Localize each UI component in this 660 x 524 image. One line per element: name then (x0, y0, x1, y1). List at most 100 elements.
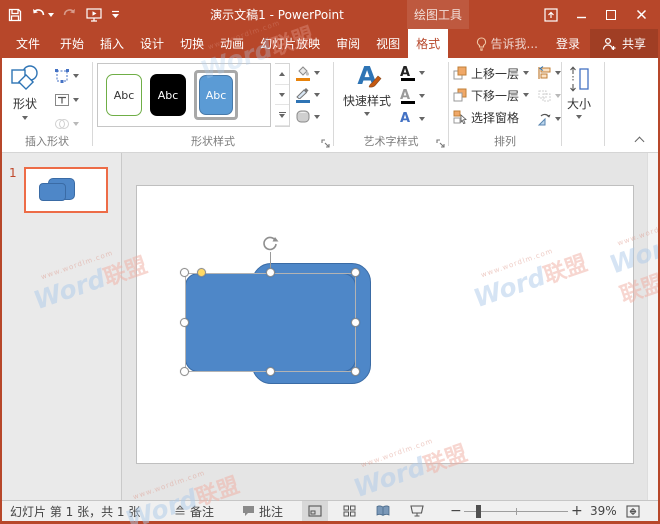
shape-style-swatch-black[interactable]: Abc (150, 74, 186, 116)
tab-view[interactable]: 视图 (368, 29, 408, 58)
collapse-ribbon-button[interactable] (635, 135, 644, 144)
zoom-in-button[interactable]: + (571, 501, 583, 521)
quick-styles-button[interactable]: A 快速样式 (338, 63, 396, 116)
tab-transitions[interactable]: 切换 (172, 29, 212, 58)
person-plus-icon (602, 37, 617, 51)
shapes-dropdown-caret (22, 116, 28, 120)
tab-review[interactable]: 审阅 (328, 29, 368, 58)
workspace: 1 (2, 153, 658, 500)
ribbon-display-options-button[interactable] (536, 0, 566, 29)
send-backward-caret (523, 93, 529, 97)
sign-in-button[interactable]: 登录 (546, 29, 590, 58)
bring-forward-button[interactable]: 上移一层 (453, 63, 529, 83)
tell-me-label: 告诉我... (491, 35, 538, 52)
size-icon (567, 66, 591, 92)
slide-sorter-view-button[interactable] (336, 501, 362, 521)
adjust-handle[interactable] (197, 268, 206, 277)
shapes-button[interactable]: 形状 (10, 64, 40, 120)
wordart-dialog-launcher[interactable] (436, 138, 446, 148)
start-slideshow-button[interactable] (86, 8, 102, 22)
resize-handle-top-right[interactable] (351, 268, 360, 277)
gallery-more-button[interactable] (275, 105, 289, 126)
edit-shape-icon (54, 68, 70, 84)
text-fill-button[interactable]: A (400, 62, 425, 84)
shape-styles-dialog-launcher[interactable] (321, 138, 331, 148)
shape-fill-button[interactable] (295, 62, 320, 83)
slide-sorter-icon (343, 505, 356, 517)
group-button-disabled (537, 86, 561, 106)
comments-label: 批注 (259, 503, 283, 520)
shape-outline-icon (295, 87, 311, 103)
tab-format-active[interactable]: 格式 (408, 29, 448, 58)
shape-style-swatch-green[interactable]: Abc (106, 74, 142, 116)
reading-view-button[interactable] (370, 501, 396, 521)
rotate-button[interactable] (537, 109, 561, 129)
tab-design[interactable]: 设计 (132, 29, 172, 58)
save-button[interactable] (8, 8, 22, 22)
contextual-tab-group-drawing-tools[interactable]: 绘图工具 (407, 0, 469, 29)
align-button[interactable] (537, 63, 561, 83)
tab-insert[interactable]: 插入 (92, 29, 132, 58)
shape-outline-button[interactable] (295, 84, 320, 105)
comments-button[interactable]: 批注 (242, 501, 283, 521)
zoom-out-button[interactable]: − (450, 501, 462, 521)
customize-qat-button[interactable] (111, 10, 120, 19)
text-outline-caret (419, 94, 425, 98)
group-label-shape-styles: 形状样式 (93, 133, 333, 149)
shape-effects-icon (295, 109, 311, 125)
vertical-scrollbar[interactable] (647, 153, 658, 500)
reading-view-icon (376, 505, 390, 517)
group-wordart-styles: A 快速样式 A A A 艺术字样式 (334, 58, 448, 152)
undo-button[interactable] (31, 8, 54, 21)
size-button[interactable]: 大小 (567, 66, 591, 119)
resize-handle-top-left[interactable] (180, 268, 189, 277)
share-button[interactable]: 共享 (590, 29, 658, 58)
send-backward-button[interactable]: 下移一层 (453, 85, 529, 105)
zoom-slider-thumb[interactable] (476, 505, 481, 518)
text-box-button[interactable] (54, 89, 79, 111)
window-title: 演示文稿1 - PowerPoint (210, 0, 344, 29)
tab-slideshow[interactable]: 幻灯片放映 (252, 29, 328, 58)
normal-view-button[interactable] (302, 501, 328, 521)
maximize-button[interactable] (596, 0, 626, 29)
zoom-level[interactable]: 39% (590, 501, 617, 521)
resize-handle-bottom-middle[interactable] (266, 367, 275, 376)
shape-style-swatch-blue-selected[interactable]: Abc (199, 75, 233, 115)
tab-home[interactable]: 开始 (52, 29, 92, 58)
quick-styles-caret (364, 112, 370, 116)
slideshow-view-icon (410, 505, 424, 517)
resize-handle-bottom-left[interactable] (180, 367, 189, 376)
slide-1-thumbnail-selected[interactable] (24, 167, 108, 213)
fit-slide-icon (626, 505, 640, 518)
resize-handle-top-middle[interactable] (266, 268, 275, 277)
slide-canvas[interactable] (136, 185, 634, 464)
text-outline-icon: A (400, 88, 416, 104)
notes-button[interactable]: 备注 (174, 501, 214, 521)
selection-pane-button[interactable]: 选择窗格 (453, 107, 529, 127)
gallery-scroll-down-button[interactable] (275, 85, 289, 106)
text-outline-button[interactable]: A (400, 85, 425, 107)
tell-me-box[interactable]: 告诉我... (468, 29, 546, 58)
slideshow-view-button[interactable] (404, 501, 430, 521)
rotate-objects-icon (537, 112, 552, 126)
close-icon (636, 9, 647, 20)
tab-animations[interactable]: 动画 (212, 29, 252, 58)
slide-thumbnail-panel[interactable]: 1 (2, 153, 122, 500)
edit-shape-button[interactable] (54, 65, 79, 87)
resize-handle-bottom-right[interactable] (351, 367, 360, 376)
redo-icon (63, 8, 77, 21)
shape-fill-caret (314, 71, 320, 75)
undo-icon (31, 8, 46, 21)
gallery-scroll-up-button[interactable] (275, 64, 289, 85)
resize-handle-middle-left[interactable] (180, 318, 189, 327)
minimize-button[interactable] (566, 0, 596, 29)
quick-access-toolbar (8, 0, 120, 29)
text-effects-button[interactable]: A (400, 108, 425, 130)
ribbon-tab-row: 文件 开始 插入 设计 切换 动画 幻灯片放映 审阅 视图 格式 告诉我... … (2, 29, 658, 58)
fit-slide-to-window-button[interactable] (626, 501, 640, 521)
resize-handle-middle-right[interactable] (351, 318, 360, 327)
close-button[interactable] (626, 0, 656, 29)
tab-file[interactable]: 文件 (4, 29, 52, 58)
rotate-handle[interactable] (261, 234, 280, 256)
shape-effects-button[interactable] (295, 106, 320, 127)
